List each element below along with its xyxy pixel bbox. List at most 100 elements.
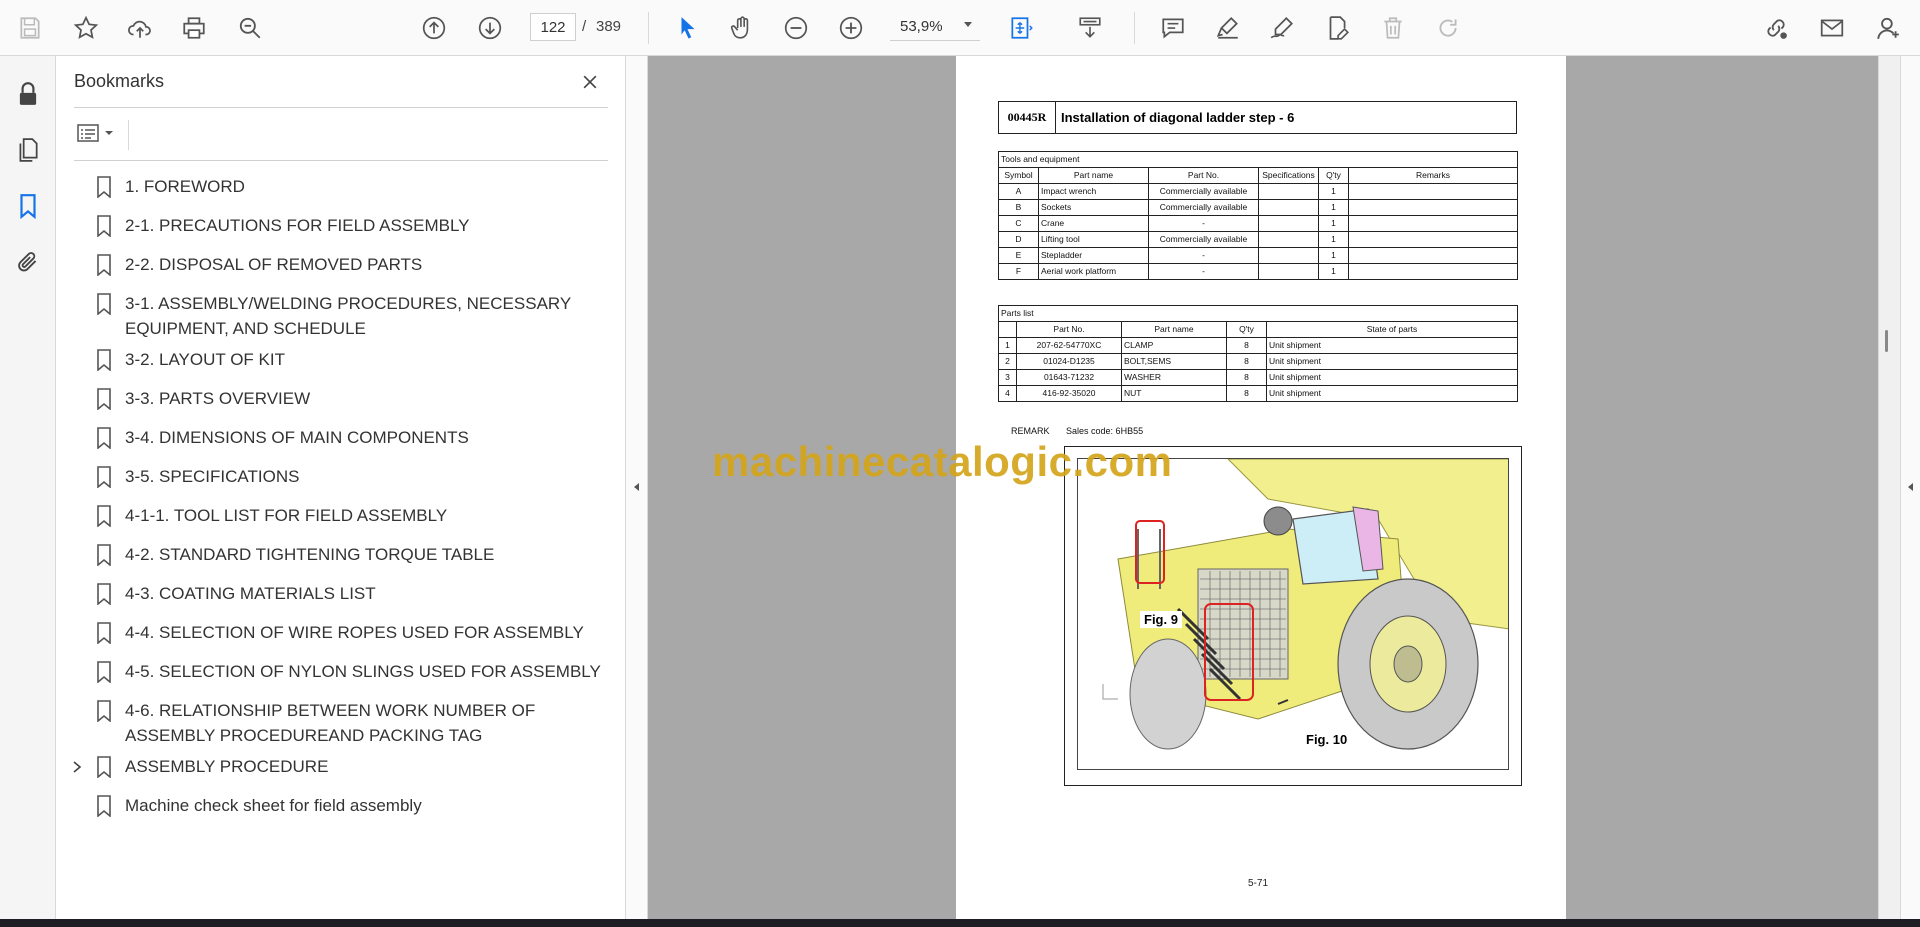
bookmark-item[interactable]: 4-1-1. TOOL LIST FOR FIELD ASSEMBLY: [56, 499, 626, 533]
table-row: 2 01024-D1235 BOLT,SEMS 8 Unit shipment: [998, 353, 1518, 370]
bookmark-item[interactable]: 3-1. ASSEMBLY/WELDING PROCEDURES, NECESS…: [56, 287, 626, 343]
expand-right-panel-button[interactable]: [1900, 56, 1920, 919]
bookmark-item[interactable]: 4-4. SELECTION OF WIRE ROPES USED FOR AS…: [56, 616, 626, 650]
table-header-cell: Part name: [1121, 321, 1227, 338]
bookmark-item[interactable]: 2-1. PRECAUTIONS FOR FIELD ASSEMBLY: [56, 209, 626, 243]
table-header-cell: Part name: [1038, 167, 1149, 184]
remark-label: REMARK: [1011, 426, 1050, 436]
pages-thumbnails-icon[interactable]: [12, 134, 44, 166]
collapse-panel-button[interactable]: [626, 56, 648, 919]
cloud-upload-icon[interactable]: [124, 12, 156, 44]
bookmark-item[interactable]: 4-3. COATING MATERIALS LIST: [56, 577, 626, 611]
zoom-in-icon[interactable]: [835, 12, 867, 44]
table-cell: -: [1148, 263, 1259, 280]
table-cell: 1: [1318, 263, 1349, 280]
page-up-icon[interactable]: [418, 12, 450, 44]
table-cell: [1348, 199, 1518, 216]
table-header-cell: State of parts: [1266, 321, 1518, 338]
search-icon[interactable]: [234, 12, 266, 44]
parts-caption: Parts list: [998, 305, 1518, 322]
table-cell: Aerial work platform: [1038, 263, 1149, 280]
page-separator: /: [582, 18, 587, 35]
table-row: 1 207-62-54770XC CLAMP 8 Unit shipment: [998, 337, 1518, 354]
bookmark-icon: [97, 176, 111, 198]
bookmark-icon: [97, 544, 111, 566]
table-cell: B: [998, 199, 1039, 216]
table-cell: [1348, 263, 1518, 280]
save-icon[interactable]: [14, 12, 46, 44]
bookmark-item[interactable]: 1. FOREWORD: [56, 170, 626, 204]
table-cell: -: [1148, 215, 1259, 232]
vertical-scrollbar[interactable]: [1878, 56, 1900, 919]
share-link-icon[interactable]: [1760, 12, 1792, 44]
document-viewer[interactable]: 00445R Installation of diagonal ladder s…: [648, 56, 1878, 919]
table-cell: Unit shipment: [1266, 353, 1518, 370]
bookmark-options-button[interactable]: [76, 118, 122, 148]
sign-icon[interactable]: [1266, 12, 1298, 44]
table-row: A Impact wrench Commercially available 1: [998, 183, 1518, 200]
table-cell: WASHER: [1121, 369, 1227, 386]
bookmark-item[interactable]: 3-2. LAYOUT OF KIT: [56, 343, 626, 377]
bookmark-item[interactable]: 3-3. PARTS OVERVIEW: [56, 382, 626, 416]
scroll-mode-icon[interactable]: [1074, 12, 1106, 44]
lock-icon[interactable]: [12, 78, 44, 110]
bookmark-item[interactable]: 3-4. DIMENSIONS OF MAIN COMPONENTS: [56, 421, 626, 455]
bookmark-label: ASSEMBLY PROCEDURE: [125, 757, 329, 776]
hand-icon[interactable]: [726, 12, 758, 44]
bookmark-item[interactable]: ASSEMBLY PROCEDURE: [56, 750, 626, 784]
bookmark-item[interactable]: 4-6. RELATIONSHIP BETWEEN WORK NUMBER OF…: [56, 694, 626, 750]
procedure-header: 00445R Installation of diagonal ladder s…: [998, 101, 1517, 134]
bookmark-label: 3-4. DIMENSIONS OF MAIN COMPONENTS: [125, 428, 469, 447]
chevron-down-icon[interactable]: [964, 22, 972, 27]
attachment-icon[interactable]: [12, 246, 44, 278]
bookmark-icon: [97, 661, 111, 683]
bookmark-item[interactable]: 3-5. SPECIFICATIONS: [56, 460, 626, 494]
table-cell: 01643-71232: [1016, 369, 1122, 386]
table-cell: Commercially available: [1148, 183, 1259, 200]
bookmark-label: 3-5. SPECIFICATIONS: [125, 467, 300, 486]
email-icon[interactable]: [1816, 12, 1848, 44]
chevron-left-icon: [634, 483, 639, 491]
redo-icon[interactable]: [1432, 12, 1464, 44]
page-down-icon[interactable]: [474, 12, 506, 44]
figure-9-label: Fig. 9: [1140, 611, 1182, 628]
fit-page-icon[interactable]: [1005, 12, 1037, 44]
toolbar-divider: [648, 12, 649, 44]
delete-icon[interactable]: [1377, 12, 1409, 44]
page-number-input[interactable]: 122: [530, 13, 576, 41]
zoom-level-select[interactable]: 53,9%: [890, 13, 980, 41]
close-icon[interactable]: [576, 68, 604, 96]
table-cell: [1258, 247, 1319, 264]
bookmark-label: 4-3. COATING MATERIALS LIST: [125, 584, 376, 603]
scrollbar-thumb[interactable]: [1885, 330, 1888, 352]
table-cell: 8: [1226, 353, 1267, 370]
bookmark-label: 2-2. DISPOSAL OF REMOVED PARTS: [125, 255, 423, 274]
star-icon[interactable]: [70, 12, 102, 44]
account-icon[interactable]: [1872, 12, 1904, 44]
divider: [74, 160, 608, 161]
page-footer-number: 5-71: [1248, 878, 1269, 889]
bookmark-item[interactable]: Machine check sheet for field assembly: [56, 789, 626, 823]
table-header-cell: Remarks: [1348, 167, 1518, 184]
table-cell: Commercially available: [1148, 231, 1259, 248]
bookmark-label: 2-1. PRECAUTIONS FOR FIELD ASSEMBLY: [125, 216, 470, 235]
table-header-cell: Specifications: [1258, 167, 1319, 184]
highlight-icon[interactable]: [1212, 12, 1244, 44]
print-icon[interactable]: [178, 12, 210, 44]
bookmark-item[interactable]: 2-2. DISPOSAL OF REMOVED PARTS: [56, 248, 626, 282]
zoom-out-icon[interactable]: [780, 12, 812, 44]
bookmark-item[interactable]: 4-5. SELECTION OF NYLON SLINGS USED FOR …: [56, 655, 626, 689]
bookmark-panel-icon[interactable]: [12, 190, 44, 222]
table-cell: Stepladder: [1038, 247, 1149, 264]
total-pages: 389: [596, 18, 622, 35]
comment-icon[interactable]: [1157, 12, 1189, 44]
table-row: 3 01643-71232 WASHER 8 Unit shipment: [998, 369, 1518, 386]
table-cell: 1: [1318, 215, 1349, 232]
edit-icon[interactable]: [1321, 12, 1353, 44]
select-arrow-icon[interactable]: [672, 12, 704, 44]
table-cell: 1: [1318, 183, 1349, 200]
table-row: C Crane - 1: [998, 215, 1518, 232]
bookmark-item[interactable]: 4-2. STANDARD TIGHTENING TORQUE TABLE: [56, 538, 626, 572]
chevron-right-icon[interactable]: [70, 760, 84, 774]
bookmark-icon: [97, 622, 111, 644]
